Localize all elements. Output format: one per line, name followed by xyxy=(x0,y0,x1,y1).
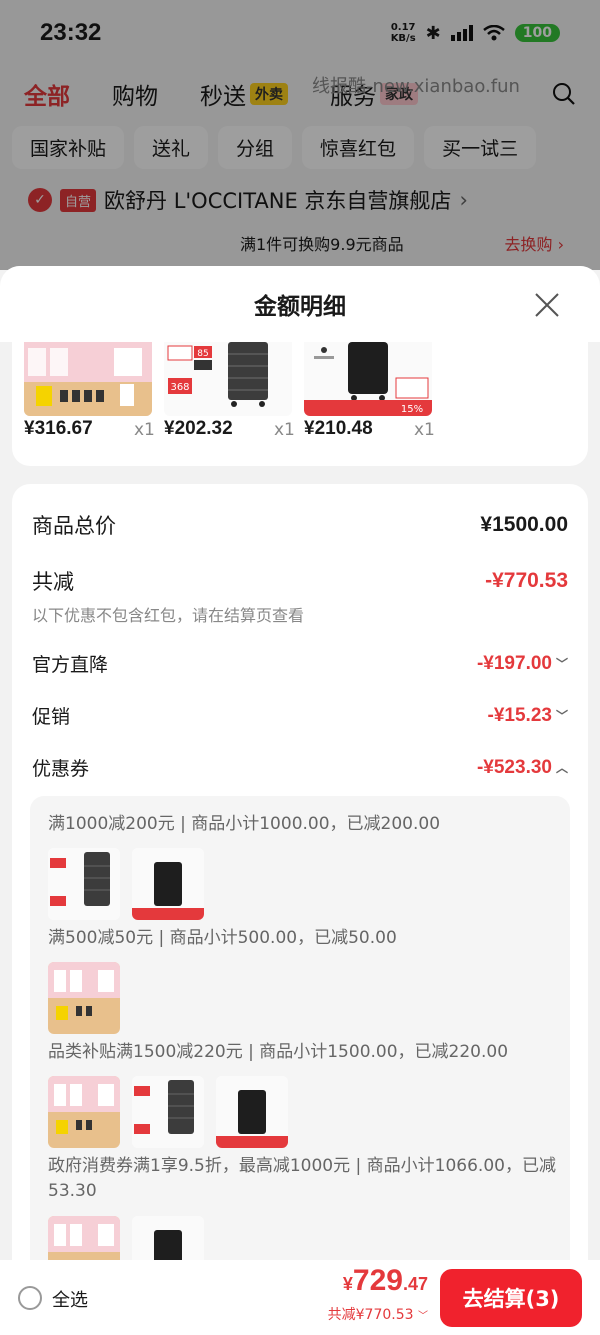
coupon-product-thumb xyxy=(48,962,120,1034)
product-item[interactable] xyxy=(24,342,152,416)
checkout-button[interactable]: 去结算(3) xyxy=(440,1269,582,1327)
product-qty: x1 xyxy=(134,420,155,440)
goods-total-label: 商品总价 xyxy=(32,514,116,538)
promotion-row[interactable]: 促销 -¥15.23 ﹀ xyxy=(32,702,568,729)
svg-text:368: 368 xyxy=(170,382,189,393)
promotion-amount: -¥15.23 xyxy=(487,704,552,726)
coupon-item-text: 满1000减200元 | 商品小计1000.00，已减200.00 xyxy=(48,814,441,834)
product-image-cosmetics xyxy=(24,342,152,416)
coupon-detail-box: 满1000减200元 | 商品小计1000.00，已减200.00 满500减5… xyxy=(30,796,570,1335)
coupon-item-text: 品类补贴满1500减220元 | 商品小计1500.00，已减220.00 xyxy=(48,1042,509,1062)
sheet-header: 金额明细 xyxy=(0,266,600,342)
product-price: ¥316.67 xyxy=(24,418,93,439)
goods-total-amount: ¥1500.00 xyxy=(480,513,568,536)
product-price: ¥210.48 xyxy=(304,418,373,439)
select-all-radio[interactable] xyxy=(18,1286,42,1310)
product-price: ¥202.32 xyxy=(164,418,233,439)
product-image-suitcase-black: 15% xyxy=(304,342,432,416)
coupon-amount: -¥523.30 xyxy=(476,756,552,778)
chevron-down-icon[interactable]: ﹀ xyxy=(556,707,568,724)
coupon-product-thumb xyxy=(132,848,204,920)
official-drop-row[interactable]: 官方直降 -¥197.00 ﹀ xyxy=(32,650,568,677)
coupon-item-text: 政府消费券满1享9.5折，最高减1000元 | 商品小计1066.00，已减53… xyxy=(48,1156,556,1201)
coupon-item-text: 满500减50元 | 商品小计500.00，已减50.00 xyxy=(48,928,397,948)
modal-backdrop[interactable] xyxy=(0,0,600,270)
total-discount-row: 共减 -¥770.53 xyxy=(32,566,568,596)
chevron-up-icon[interactable]: ︿ xyxy=(556,759,568,776)
svg-text:85: 85 xyxy=(197,349,208,359)
total-price: ¥729.47 xyxy=(342,1264,428,1297)
product-image-suitcase-grey: 85 368 xyxy=(164,342,292,416)
coupon-row[interactable]: 优惠券 -¥523.30 ︿ xyxy=(32,754,568,781)
discount-note: 以下优惠不包含红包，请在结算页查看 xyxy=(32,606,305,625)
svg-text:15%: 15% xyxy=(401,404,423,415)
product-qty: x1 xyxy=(414,420,435,440)
product-strip: ¥316.67 x1 85 368 ¥202.32 x1 15% ¥210.48… xyxy=(12,342,588,466)
total-discount-label: 共减 xyxy=(32,570,74,594)
official-drop-label: 官方直降 xyxy=(32,654,109,676)
amount-detail-sheet: 金额明细 ¥316.67 x1 85 368 ¥202.32 x1 15% ¥2… xyxy=(0,266,600,1335)
total-saved-toggle[interactable]: 共减¥770.53 ﹀ xyxy=(328,1304,428,1324)
chevron-down-icon: ﹀ xyxy=(418,1311,428,1322)
official-drop-amount: -¥197.00 xyxy=(476,652,552,674)
coupon-product-thumb xyxy=(48,1076,120,1148)
sheet-title: 金额明细 xyxy=(254,294,346,320)
chevron-down-icon[interactable]: ﹀ xyxy=(556,655,568,672)
total-discount-amount: -¥770.53 xyxy=(485,569,568,592)
close-icon[interactable] xyxy=(534,292,560,318)
product-qty: x1 xyxy=(274,420,295,440)
promotion-label: 促销 xyxy=(32,706,71,728)
coupon-label: 优惠券 xyxy=(32,758,90,780)
product-item[interactable]: 85 368 xyxy=(164,342,292,416)
goods-total-row: 商品总价 ¥1500.00 xyxy=(32,510,568,540)
select-all-label[interactable]: 全选 xyxy=(52,1286,88,1312)
amount-breakdown-card: 商品总价 ¥1500.00 共减 -¥770.53 以下优惠不包含红包，请在结算… xyxy=(12,484,588,1335)
checkout-bar: 全选 ¥729.47 共减¥770.53 ﹀ 去结算(3) xyxy=(0,1260,600,1335)
coupon-product-thumb xyxy=(48,848,120,920)
coupon-product-thumb xyxy=(132,1076,204,1148)
product-item[interactable]: 15% xyxy=(304,342,432,416)
coupon-product-thumb xyxy=(216,1076,288,1148)
